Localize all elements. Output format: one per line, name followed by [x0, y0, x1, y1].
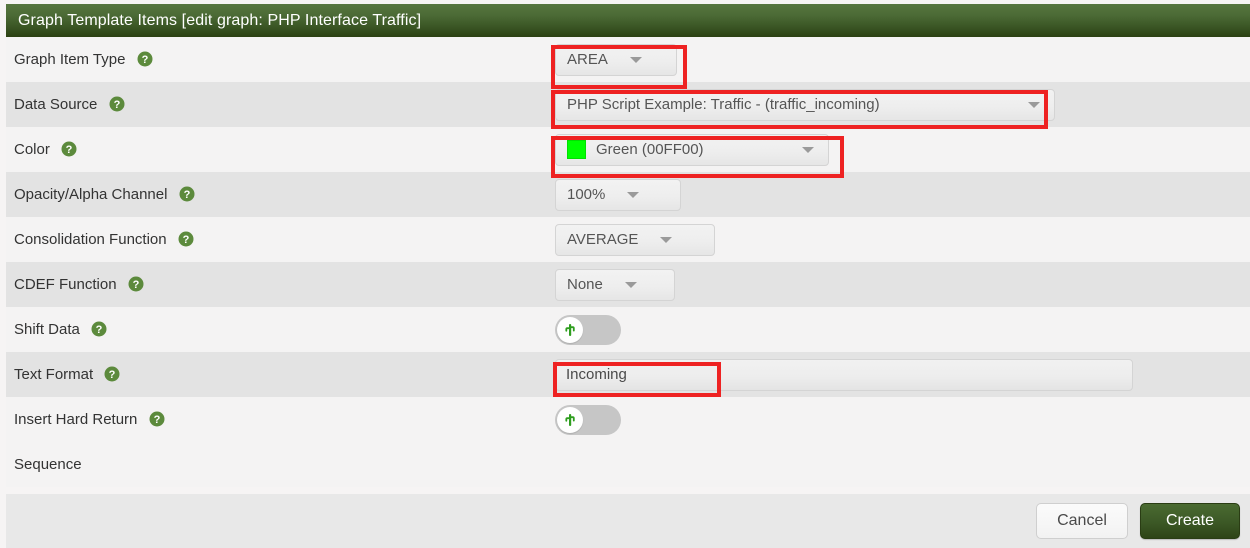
graph-item-type-value: AREA	[567, 51, 608, 68]
label-text: Data Source	[14, 96, 98, 114]
create-button[interactable]: Create	[1140, 503, 1240, 539]
svg-text:?: ?	[132, 279, 139, 291]
field-insert-hard-return	[555, 397, 1250, 442]
consolidation-function-value: AVERAGE	[567, 231, 639, 248]
chevron-down-icon	[1028, 101, 1040, 108]
graph-item-type-select[interactable]: AREA	[555, 43, 677, 76]
shift-data-toggle[interactable]	[555, 314, 621, 345]
chevron-down-icon	[660, 236, 673, 243]
form-row-color: Color ? Green (00FF00)	[6, 127, 1250, 172]
svg-text:?: ?	[183, 189, 190, 201]
form-row-insert-hard-return: Insert Hard Return ?	[6, 397, 1250, 442]
label-text: Text Format	[14, 366, 94, 384]
label-opacity: Opacity/Alpha Channel ?	[6, 172, 555, 217]
color-swatch	[567, 140, 586, 159]
svg-text:?: ?	[182, 234, 189, 246]
field-graph-item-type: AREA	[555, 37, 1250, 82]
consolidation-function-select[interactable]: AVERAGE	[555, 223, 715, 256]
label-text: Insert Hard Return	[14, 411, 138, 429]
data-source-select[interactable]: PHP Script Example: Traffic - (traffic_i…	[555, 88, 1055, 121]
label-text: Sequence	[14, 456, 82, 474]
help-icon[interactable]: ?	[109, 96, 125, 112]
chevron-down-icon	[629, 56, 642, 63]
label-sequence: Sequence	[6, 442, 555, 487]
field-cdef-function: None	[555, 262, 1250, 307]
form-row-sequence: Sequence	[6, 442, 1250, 487]
help-icon[interactable]: ?	[149, 411, 165, 427]
field-sequence	[555, 442, 1250, 487]
chevron-down-icon	[624, 281, 637, 288]
label-consolidation-function: Consolidation Function ?	[6, 217, 555, 262]
chevron-down-icon	[802, 146, 814, 153]
label-text: Opacity/Alpha Channel	[14, 186, 168, 204]
toggle-knob	[557, 316, 583, 343]
graph-item-form: Graph Item Type ? AREA Data Source ? PHP…	[6, 37, 1250, 487]
field-color: Green (00FF00)	[555, 127, 1250, 172]
label-text-format: Text Format ?	[6, 352, 555, 397]
label-text: Consolidation Function	[14, 231, 167, 249]
help-icon[interactable]: ?	[178, 231, 194, 247]
label-text: Graph Item Type	[14, 51, 126, 69]
label-text: Color	[14, 141, 50, 159]
help-icon[interactable]: ?	[128, 276, 144, 292]
label-text: CDEF Function	[14, 276, 117, 294]
cacti-logo-icon	[565, 413, 575, 426]
svg-text:?: ?	[141, 54, 148, 66]
opacity-value: 100%	[567, 186, 606, 203]
svg-text:?: ?	[109, 369, 116, 381]
cdef-function-value: None	[567, 276, 603, 293]
color-value: Green (00FF00)	[596, 141, 704, 158]
chevron-down-icon	[627, 191, 640, 198]
help-icon[interactable]: ?	[91, 321, 107, 337]
field-consolidation-function: AVERAGE	[555, 217, 1250, 262]
cancel-button[interactable]: Cancel	[1036, 503, 1128, 539]
label-graph-item-type: Graph Item Type ?	[6, 37, 555, 82]
help-icon[interactable]: ?	[137, 51, 153, 67]
field-shift-data	[555, 307, 1250, 352]
svg-text:?: ?	[66, 144, 73, 156]
help-icon[interactable]: ?	[179, 186, 195, 202]
label-text: Shift Data	[14, 321, 80, 339]
label-insert-hard-return: Insert Hard Return ?	[6, 397, 555, 442]
label-color: Color ?	[6, 127, 555, 172]
label-data-source: Data Source ?	[6, 82, 555, 127]
insert-hard-return-toggle[interactable]	[555, 404, 621, 435]
svg-text:?: ?	[153, 414, 160, 426]
svg-text:?: ?	[96, 324, 103, 336]
form-row-text-format: Text Format ?	[6, 352, 1250, 397]
help-icon[interactable]: ?	[104, 366, 120, 382]
form-row-cdef-function: CDEF Function ? None	[6, 262, 1250, 307]
form-row-shift-data: Shift Data ?	[6, 307, 1250, 352]
field-text-format	[555, 352, 1250, 397]
cdef-function-select[interactable]: None	[555, 268, 675, 301]
field-data-source: PHP Script Example: Traffic - (traffic_i…	[555, 82, 1250, 127]
text-format-input[interactable]	[555, 358, 1133, 391]
help-icon[interactable]: ?	[61, 141, 77, 157]
label-shift-data: Shift Data ?	[6, 307, 555, 352]
field-opacity: 100%	[555, 172, 1250, 217]
svg-text:?: ?	[113, 99, 120, 111]
panel-header-title: Graph Template Items [edit graph: PHP In…	[6, 4, 1250, 37]
form-row-graph-item-type: Graph Item Type ? AREA	[6, 37, 1250, 82]
graph-template-items-panel: Graph Template Items [edit graph: PHP In…	[0, 0, 1250, 548]
toggle-knob	[557, 406, 583, 433]
form-row-consolidation-function: Consolidation Function ? AVERAGE	[6, 217, 1250, 262]
form-row-opacity: Opacity/Alpha Channel ? 100%	[6, 172, 1250, 217]
form-row-data-source: Data Source ? PHP Script Example: Traffi…	[6, 82, 1250, 127]
label-cdef-function: CDEF Function ?	[6, 262, 555, 307]
opacity-select[interactable]: 100%	[555, 178, 681, 211]
cacti-logo-icon	[565, 323, 575, 336]
form-action-bar: Cancel Create	[6, 494, 1250, 548]
data-source-value: PHP Script Example: Traffic - (traffic_i…	[567, 96, 880, 113]
color-select[interactable]: Green (00FF00)	[555, 133, 829, 166]
